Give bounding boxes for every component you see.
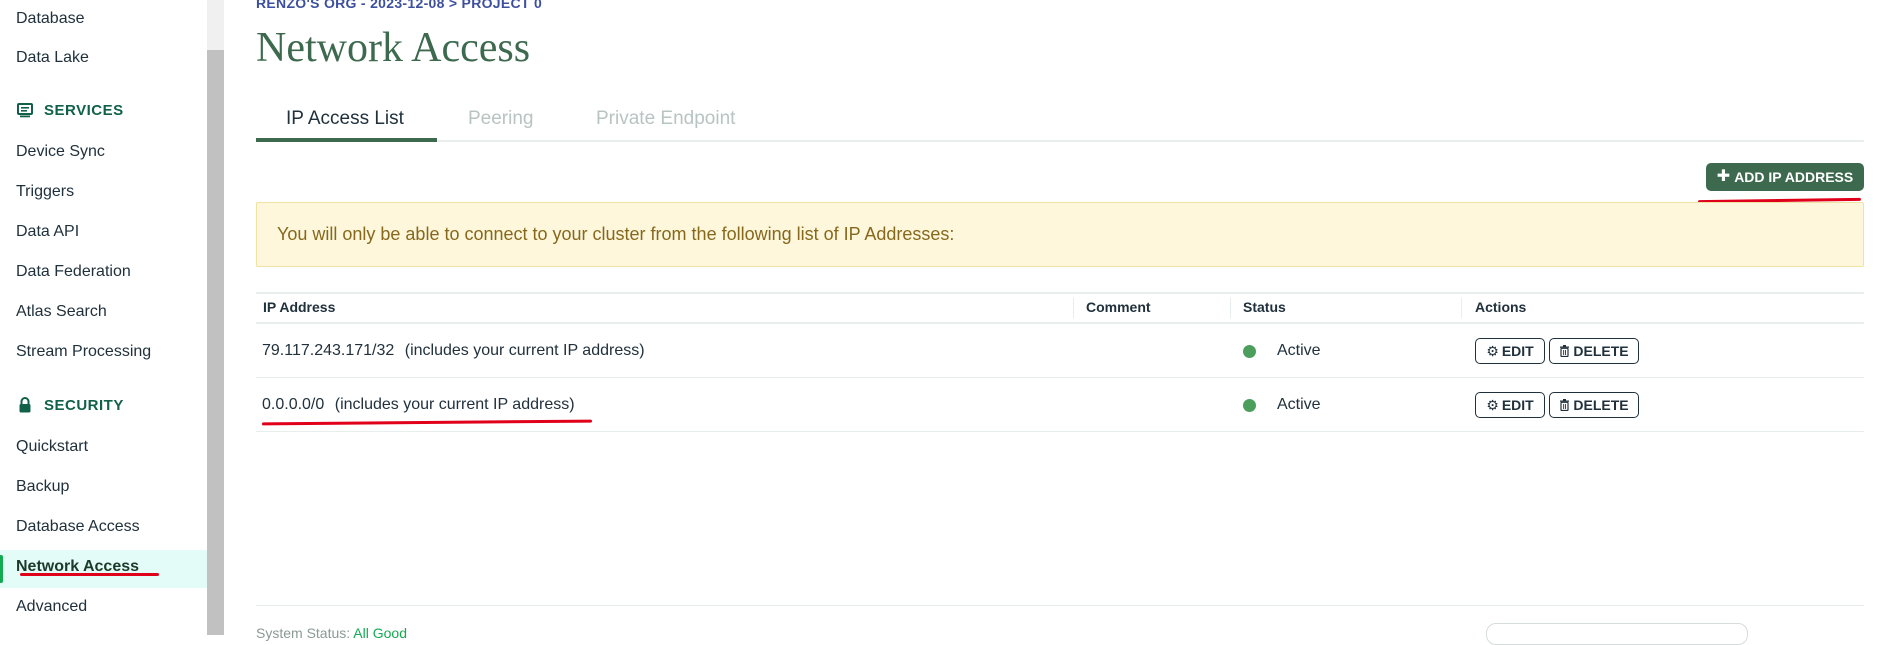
delete-button[interactable]: DELETE [1549,338,1639,364]
column-header-ip-address[interactable]: IP Address [263,299,335,315]
table-header-bottom-border [256,322,1864,324]
sidebar-item-quickstart[interactable]: Quickstart [16,438,88,456]
column-separator [1073,298,1074,318]
tab-private-endpoint[interactable]: Private Endpoint [596,108,735,130]
sidebar-scrollbar-thumb[interactable] [207,50,224,635]
edit-button[interactable]: ⚙ EDIT [1475,338,1545,364]
sidebar-item-database[interactable]: Database [16,10,85,28]
services-label: SERVICES [44,101,124,119]
sidebar-item-database-access[interactable]: Database Access [16,518,140,536]
column-header-status[interactable]: Status [1243,299,1286,315]
status-active-dot [1243,345,1256,358]
ip-address-value: 0.0.0.0/0 [262,396,325,413]
add-ip-address-button[interactable]: ✚ ADD IP ADDRESS [1706,163,1864,191]
row-divider [256,377,1864,378]
tabs-divider [256,140,1864,142]
sidebar-section-services: SERVICES [16,101,124,119]
column-separator [1230,298,1231,318]
info-banner: You will only be able to connect to your… [256,202,1864,267]
tab-peering[interactable]: Peering [468,108,534,130]
status-text: Active [1277,396,1321,413]
column-separator [1461,298,1462,318]
ip-address-note: (includes your current IP address) [404,342,645,359]
ip-address-value: 79.117.243.171/32 [262,342,395,359]
sidebar-item-data-lake[interactable]: Data Lake [16,49,89,67]
banner-text: You will only be able to connect to your… [277,224,955,244]
status-text: Active [1277,342,1321,359]
system-status-label: System Status: [256,625,351,641]
column-header-actions: Actions [1475,299,1527,315]
ip-address-cell: 79.117.243.171/32 (includes your current… [262,342,645,360]
edit-button[interactable]: ⚙ EDIT [1475,392,1545,418]
selected-tab-underline [256,138,437,142]
row-divider [256,431,1864,432]
edit-label: EDIT [1501,343,1534,359]
sidebar-item-data-federation[interactable]: Data Federation [16,263,131,281]
security-label: SECURITY [44,396,124,414]
delete-label: DELETE [1573,343,1629,359]
edit-label: EDIT [1501,397,1534,413]
sidebar-item-advanced[interactable]: Advanced [16,598,87,616]
annotation-underline-ip-row [261,419,593,426]
sidebar-section-security: SECURITY [16,396,124,414]
plus-icon: ✚ [1716,168,1731,185]
sidebar: Database Data Lake SERVICES Device Sync … [0,0,207,635]
gear-icon: ⚙ [1486,342,1499,359]
footer-pill[interactable] [1486,623,1748,645]
breadcrumb[interactable]: RENZO'S ORG - 2023-12-08 > PROJECT 0 [256,0,542,11]
table-header-top-border [256,292,1864,294]
sidebar-item-atlas-search[interactable]: Atlas Search [16,303,107,321]
active-item-indicator [0,555,3,583]
sidebar-item-backup[interactable]: Backup [16,478,69,496]
tab-ip-access-list[interactable]: IP Access List [286,108,404,130]
ip-address-cell: 0.0.0.0/0 (includes your current IP addr… [262,396,575,414]
annotation-underline-network-access [20,573,159,576]
system-status: System Status: All Good [256,625,407,641]
sidebar-item-device-sync[interactable]: Device Sync [16,143,105,161]
column-header-comment[interactable]: Comment [1086,299,1151,315]
lock-icon [19,397,31,413]
monitor-icon [17,103,33,118]
trash-icon [1560,345,1570,357]
gear-icon: ⚙ [1486,396,1499,413]
system-status-link[interactable]: All Good [353,625,407,641]
status-active-dot [1243,399,1256,412]
ip-address-note: (includes your current IP address) [334,396,575,413]
trash-icon [1560,399,1570,411]
delete-label: DELETE [1573,397,1629,413]
page-title: Network Access [256,25,531,71]
sidebar-item-stream-processing[interactable]: Stream Processing [16,343,151,361]
sidebar-item-data-api[interactable]: Data API [16,223,79,241]
delete-button[interactable]: DELETE [1549,392,1639,418]
add-ip-address-label: ADD IP ADDRESS [1734,169,1854,185]
footer-divider [256,605,1864,606]
sidebar-item-triggers[interactable]: Triggers [16,183,74,201]
